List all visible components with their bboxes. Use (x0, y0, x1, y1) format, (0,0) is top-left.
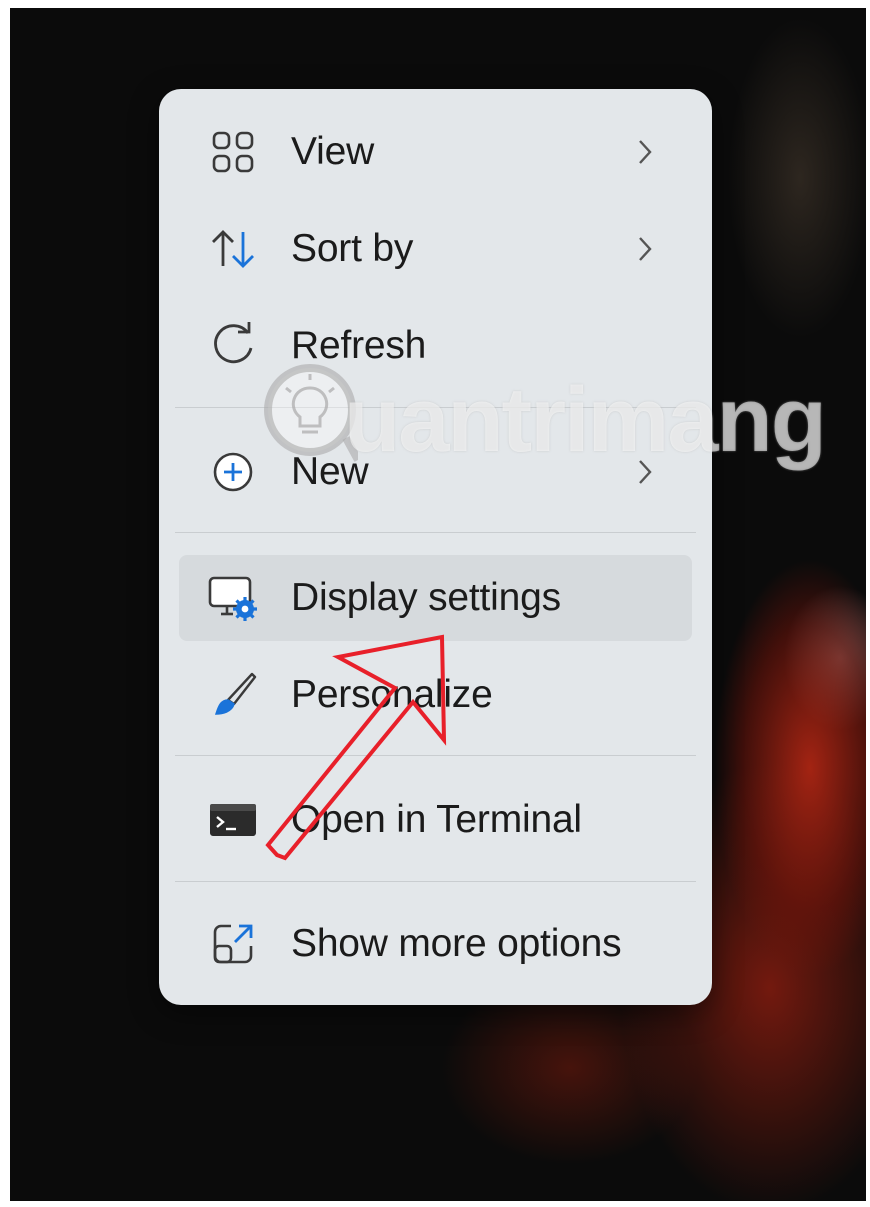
brush-icon (207, 669, 259, 721)
menu-item-label: Refresh (291, 324, 427, 367)
display-settings-icon (207, 572, 259, 624)
menu-item-open-in-terminal[interactable]: Open in Terminal (179, 777, 692, 863)
menu-item-view[interactable]: View (179, 109, 692, 195)
menu-item-sort-by[interactable]: Sort by (179, 206, 692, 292)
refresh-icon (207, 320, 259, 372)
menu-item-label: Display settings (291, 576, 561, 619)
menu-separator (175, 881, 696, 882)
menu-item-refresh[interactable]: Refresh (179, 303, 692, 389)
sort-arrows-icon (207, 223, 259, 275)
terminal-icon (207, 794, 259, 846)
expand-icon (207, 918, 259, 970)
plus-circle-icon (207, 446, 259, 498)
menu-separator (175, 532, 696, 533)
menu-item-new[interactable]: New (179, 429, 692, 515)
menu-item-personalize[interactable]: Personalize (179, 652, 692, 738)
chevron-right-icon (639, 460, 652, 484)
grid-icon (207, 126, 259, 178)
menu-separator (175, 755, 696, 756)
menu-item-label: Show more options (291, 922, 622, 965)
menu-item-label: New (291, 450, 369, 493)
menu-item-label: Sort by (291, 227, 414, 270)
menu-item-show-more-options[interactable]: Show more options (179, 901, 692, 987)
menu-item-label: Personalize (291, 673, 493, 716)
menu-separator (175, 407, 696, 408)
menu-item-label: View (291, 130, 375, 173)
chevron-right-icon (639, 140, 652, 164)
menu-item-display-settings[interactable]: Display settings (179, 555, 692, 641)
chevron-right-icon (639, 237, 652, 261)
menu-item-label: Open in Terminal (291, 798, 582, 841)
context-menu: View Sort by Refresh New Display setting… (159, 89, 712, 1005)
